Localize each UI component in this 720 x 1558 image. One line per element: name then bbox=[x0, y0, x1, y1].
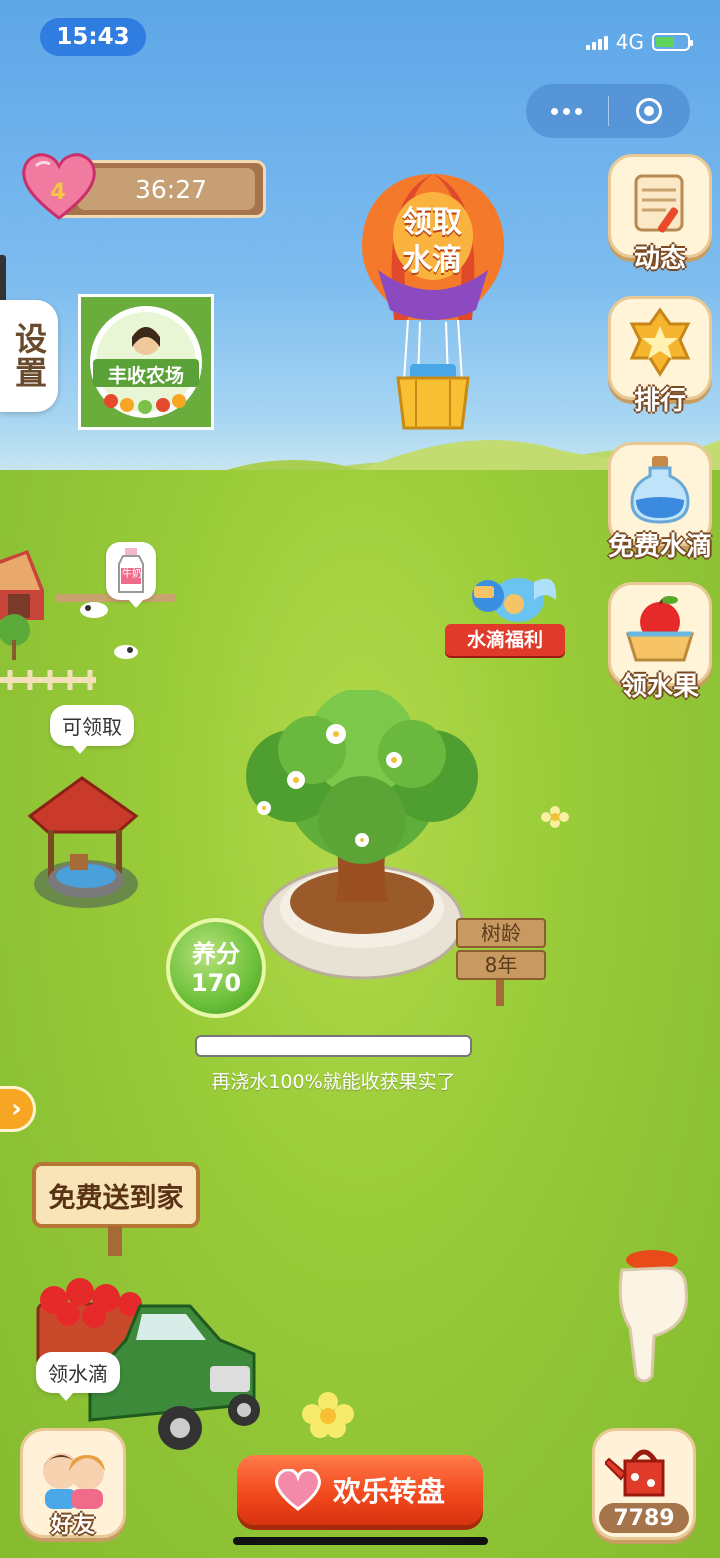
settings-button[interactable]: 设置 bbox=[0, 300, 58, 412]
free-water-label: 免费水滴 bbox=[607, 532, 712, 562]
scroll-icon bbox=[634, 174, 684, 233]
feed-button[interactable]: 动态 bbox=[608, 154, 712, 274]
friends-button[interactable]: 好友 bbox=[20, 1428, 126, 1538]
harvest-progress-text: 再浇水100%就能收获果实了 bbox=[211, 1071, 456, 1093]
well-claim-bubble[interactable]: 可领取 bbox=[50, 705, 134, 754]
water-drop-count: 7789 bbox=[599, 1503, 689, 1533]
heart-timer: 36:27 bbox=[77, 168, 255, 210]
miniprogram-capsule bbox=[526, 84, 690, 138]
small-flower-decoration bbox=[541, 806, 569, 828]
balloon-label: 领取 水滴 bbox=[384, 204, 480, 280]
status-time: 15:43 bbox=[40, 18, 146, 56]
close-miniprogram-button[interactable] bbox=[609, 98, 691, 124]
watering-can-icon bbox=[605, 1449, 665, 1497]
nutrient-label: 养分 bbox=[192, 940, 240, 968]
claim-fruit-label: 领水果 bbox=[620, 672, 699, 702]
free-water-button[interactable]: 免费水滴 bbox=[608, 442, 712, 562]
target-icon bbox=[636, 98, 663, 124]
tree-age-value: 8年 bbox=[456, 950, 546, 980]
star-medal-icon bbox=[629, 307, 691, 377]
feed-label: 动态 bbox=[633, 244, 686, 274]
tree-age-sign: 树龄 8年 bbox=[456, 918, 546, 1006]
nutrient-badge[interactable]: 养分 170 bbox=[166, 918, 266, 1018]
water-bottle-icon bbox=[630, 456, 690, 524]
pointing-hand-icon bbox=[618, 1250, 688, 1383]
friends-icon bbox=[43, 1453, 105, 1509]
harvest-progress-bar bbox=[195, 1035, 472, 1057]
fruit-basket-icon bbox=[625, 596, 695, 662]
claim-fruit-button[interactable]: 领水果 bbox=[608, 582, 712, 702]
lucky-wheel-label: 欢乐转盘 bbox=[332, 1475, 445, 1508]
watering-button[interactable]: 7789 bbox=[592, 1428, 696, 1540]
flower-decoration bbox=[302, 1392, 354, 1438]
free-delivery-label: 免费送到家 bbox=[48, 1182, 184, 1214]
sign-post bbox=[496, 980, 504, 1006]
ranking-label: 排行 bbox=[633, 386, 686, 416]
water-well-icon[interactable] bbox=[26, 776, 144, 916]
delivery-sign-post bbox=[108, 1226, 122, 1256]
heart-count: 4 bbox=[50, 180, 66, 205]
well-claim-label: 可领取 bbox=[62, 715, 122, 739]
tree-age-label: 树龄 bbox=[456, 918, 546, 948]
logo-title: 丰收农场 bbox=[107, 365, 184, 387]
home-indicator bbox=[233, 1537, 488, 1545]
network-type: 4G bbox=[615, 30, 644, 54]
balloon-label-line1: 领取 bbox=[402, 205, 462, 240]
ranking-button[interactable]: 排行 bbox=[608, 296, 712, 416]
barn-scene[interactable] bbox=[0, 540, 200, 700]
friends-label: 好友 bbox=[50, 1513, 95, 1538]
settings-label: 设置 bbox=[10, 322, 48, 390]
milk-label: 牛奶 bbox=[122, 569, 142, 580]
truck-water-label: 领水滴 bbox=[48, 1362, 108, 1386]
farm-logo[interactable]: 丰收农场 bbox=[78, 294, 214, 430]
balloon-label-line2: 水滴 bbox=[402, 243, 462, 278]
status-indicators: 4G bbox=[585, 30, 693, 54]
truck-water-bubble[interactable]: 领水滴 bbox=[36, 1352, 120, 1401]
heart-icon bbox=[275, 1469, 321, 1511]
free-delivery-sign[interactable]: 免费送到家 bbox=[32, 1162, 200, 1228]
water-bonus-label[interactable]: 水滴福利 bbox=[445, 624, 565, 656]
signal-icon bbox=[585, 34, 608, 50]
lucky-wheel-button[interactable]: 欢乐转盘 bbox=[237, 1455, 483, 1525]
battery-icon bbox=[652, 33, 693, 51]
nutrient-value: 170 bbox=[190, 969, 242, 997]
more-menu-button[interactable] bbox=[526, 107, 608, 115]
